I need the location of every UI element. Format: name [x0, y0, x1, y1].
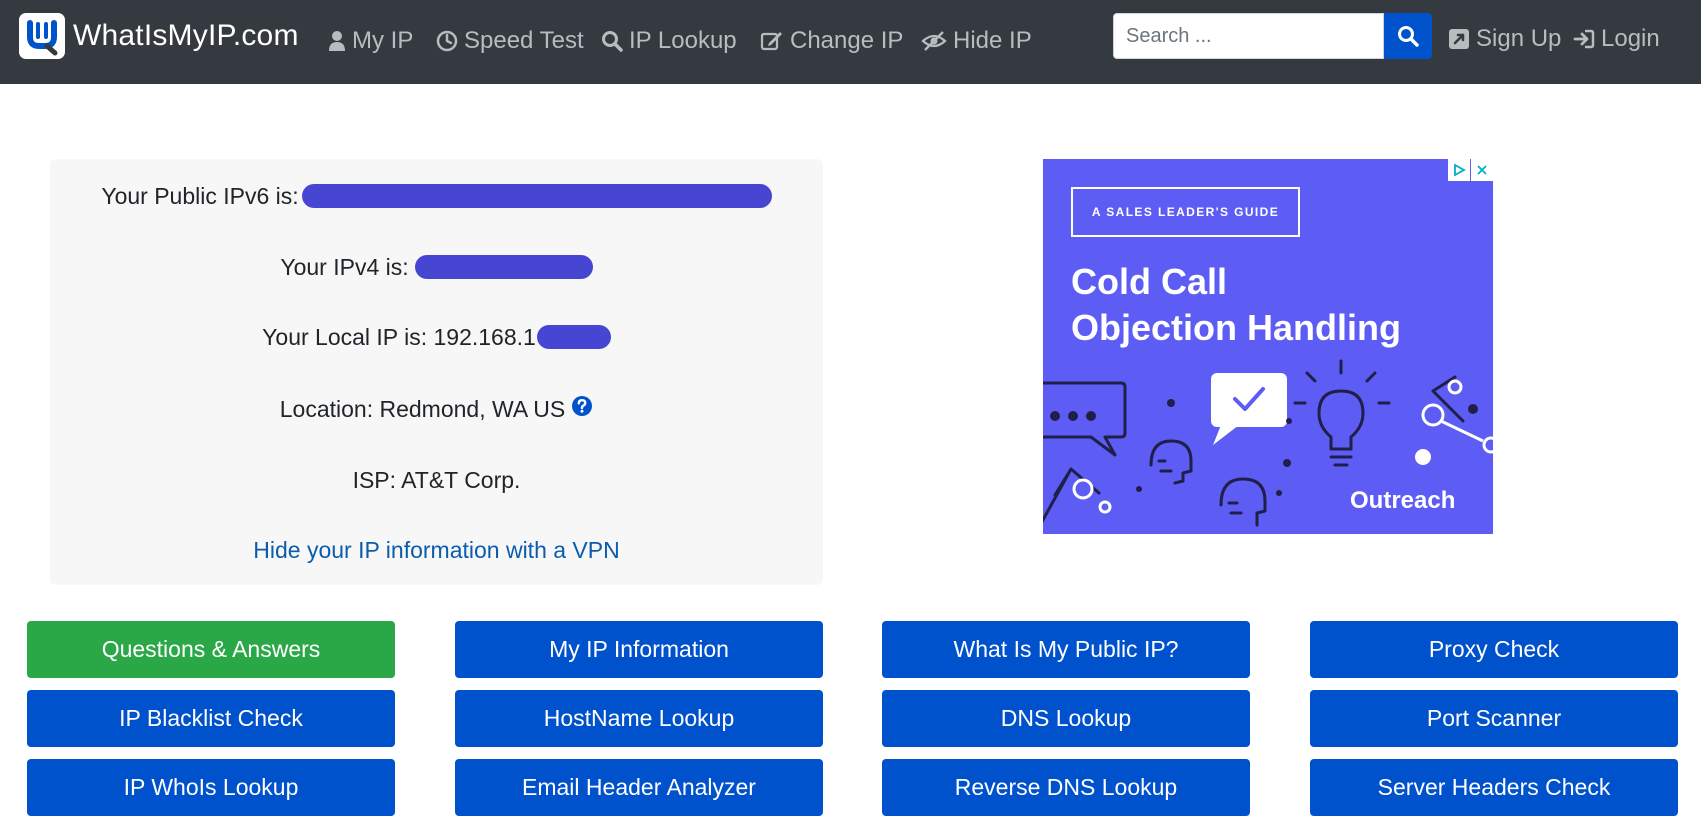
question-circle-icon[interactable]: [571, 394, 593, 424]
isp-text: ISP: AT&T Corp.: [352, 467, 521, 493]
ad-brand: Outreach: [1350, 487, 1456, 514]
port-scanner-button[interactable]: Port Scanner: [1310, 690, 1678, 747]
questions-answers-button[interactable]: Questions & Answers: [27, 621, 395, 678]
edit-icon: [760, 32, 782, 51]
ad-close-icon[interactable]: [1471, 159, 1493, 181]
nav-speed-test[interactable]: Speed Test: [436, 24, 584, 58]
what-is-my-public-ip-button[interactable]: What Is My Public IP?: [882, 621, 1250, 678]
ip-blacklist-check-button[interactable]: IP Blacklist Check: [27, 690, 395, 747]
nav-speed-test-label: Speed Test: [464, 27, 584, 54]
sign-in-icon: [1573, 29, 1595, 49]
hide-ip-vpn-link[interactable]: Hide your IP information with a VPN: [253, 537, 619, 563]
ad-headline-line-1: Cold Call: [1071, 261, 1228, 302]
ipv6-row: Your Public IPv6 is:: [50, 181, 823, 211]
ipv6-redacted-value: [301, 183, 772, 208]
nav-my-ip[interactable]: My IP: [328, 24, 413, 58]
brand-logo-icon: [19, 13, 65, 59]
clock-icon: [436, 30, 458, 52]
nav-my-ip-label: My IP: [352, 27, 414, 54]
hostname-lookup-button[interactable]: HostName Lookup: [455, 690, 823, 747]
top-navbar: WhatIsMyIP.com My IP Speed Test IP Looku…: [0, 0, 1701, 84]
advertisement-banner[interactable]: A SALES LEADER'S GUIDE Cold Call Objecti…: [1043, 159, 1493, 534]
ad-headline-line-2: Objection Handling: [1071, 307, 1401, 348]
user-icon: [329, 31, 345, 51]
proxy-check-button[interactable]: Proxy Check: [1310, 621, 1678, 678]
ad-controls: [1447, 159, 1493, 181]
nav-hide-ip-label: Hide IP: [953, 27, 1032, 54]
ad-choices-icon[interactable]: [1448, 159, 1470, 181]
external-link-icon: [1449, 29, 1469, 49]
ipv4-row: Your IPv4 is:: [50, 252, 823, 282]
nav-sign-up-label: Sign Up: [1476, 25, 1562, 52]
nav-ip-lookup-label: IP Lookup: [629, 27, 737, 54]
server-headers-check-button[interactable]: Server Headers Check: [1310, 759, 1678, 816]
ipv4-redacted-value: [414, 254, 593, 279]
nav-sign-up[interactable]: Sign Up: [1448, 22, 1561, 56]
my-ip-information-button[interactable]: My IP Information: [455, 621, 823, 678]
nav-login-label: Login: [1601, 25, 1660, 52]
location-text: Location: Redmond, WA US: [279, 396, 566, 422]
search-icon: [602, 31, 623, 52]
dns-lookup-button[interactable]: DNS Lookup: [882, 690, 1250, 747]
brand-name: WhatIsMyIP.com: [73, 19, 299, 52]
search-button[interactable]: [1384, 13, 1432, 59]
ad-tagline: A SALES LEADER'S GUIDE: [1071, 187, 1300, 237]
nav-hide-ip[interactable]: Hide IP: [921, 24, 1032, 58]
local-ip-redacted-value: [536, 324, 611, 349]
ip-info-card: Your Public IPv6 is: Your IPv4 is: Your …: [50, 159, 823, 585]
nav-change-ip[interactable]: Change IP: [760, 24, 903, 58]
isp-row: ISP: AT&T Corp.: [50, 465, 823, 495]
ip-whois-lookup-button[interactable]: IP WhoIs Lookup: [27, 759, 395, 816]
brand-link[interactable]: WhatIsMyIP.com: [19, 13, 299, 59]
local-ip-row: Your Local IP is: 192.168.1: [50, 322, 823, 352]
ipv4-label: Your IPv4 is:: [280, 254, 409, 280]
nav-ip-lookup[interactable]: IP Lookup: [601, 24, 737, 58]
location-row: Location: Redmond, WA US: [50, 394, 823, 424]
nav-login[interactable]: Login: [1573, 22, 1660, 56]
nav-change-ip-label: Change IP: [790, 27, 904, 54]
vpn-row: Hide your IP information with a VPN: [50, 535, 823, 565]
search-input[interactable]: [1113, 13, 1384, 59]
ipv6-label: Your Public IPv6 is:: [101, 183, 299, 209]
local-ip-label: Your Local IP is: 192.168.1: [262, 324, 536, 350]
ad-headline: Cold Call Objection Handling: [1071, 259, 1471, 351]
eye-slash-icon: [921, 31, 947, 51]
reverse-dns-lookup-button[interactable]: Reverse DNS Lookup: [882, 759, 1250, 816]
email-header-analyzer-button[interactable]: Email Header Analyzer: [455, 759, 823, 816]
search-icon: [1398, 26, 1419, 47]
